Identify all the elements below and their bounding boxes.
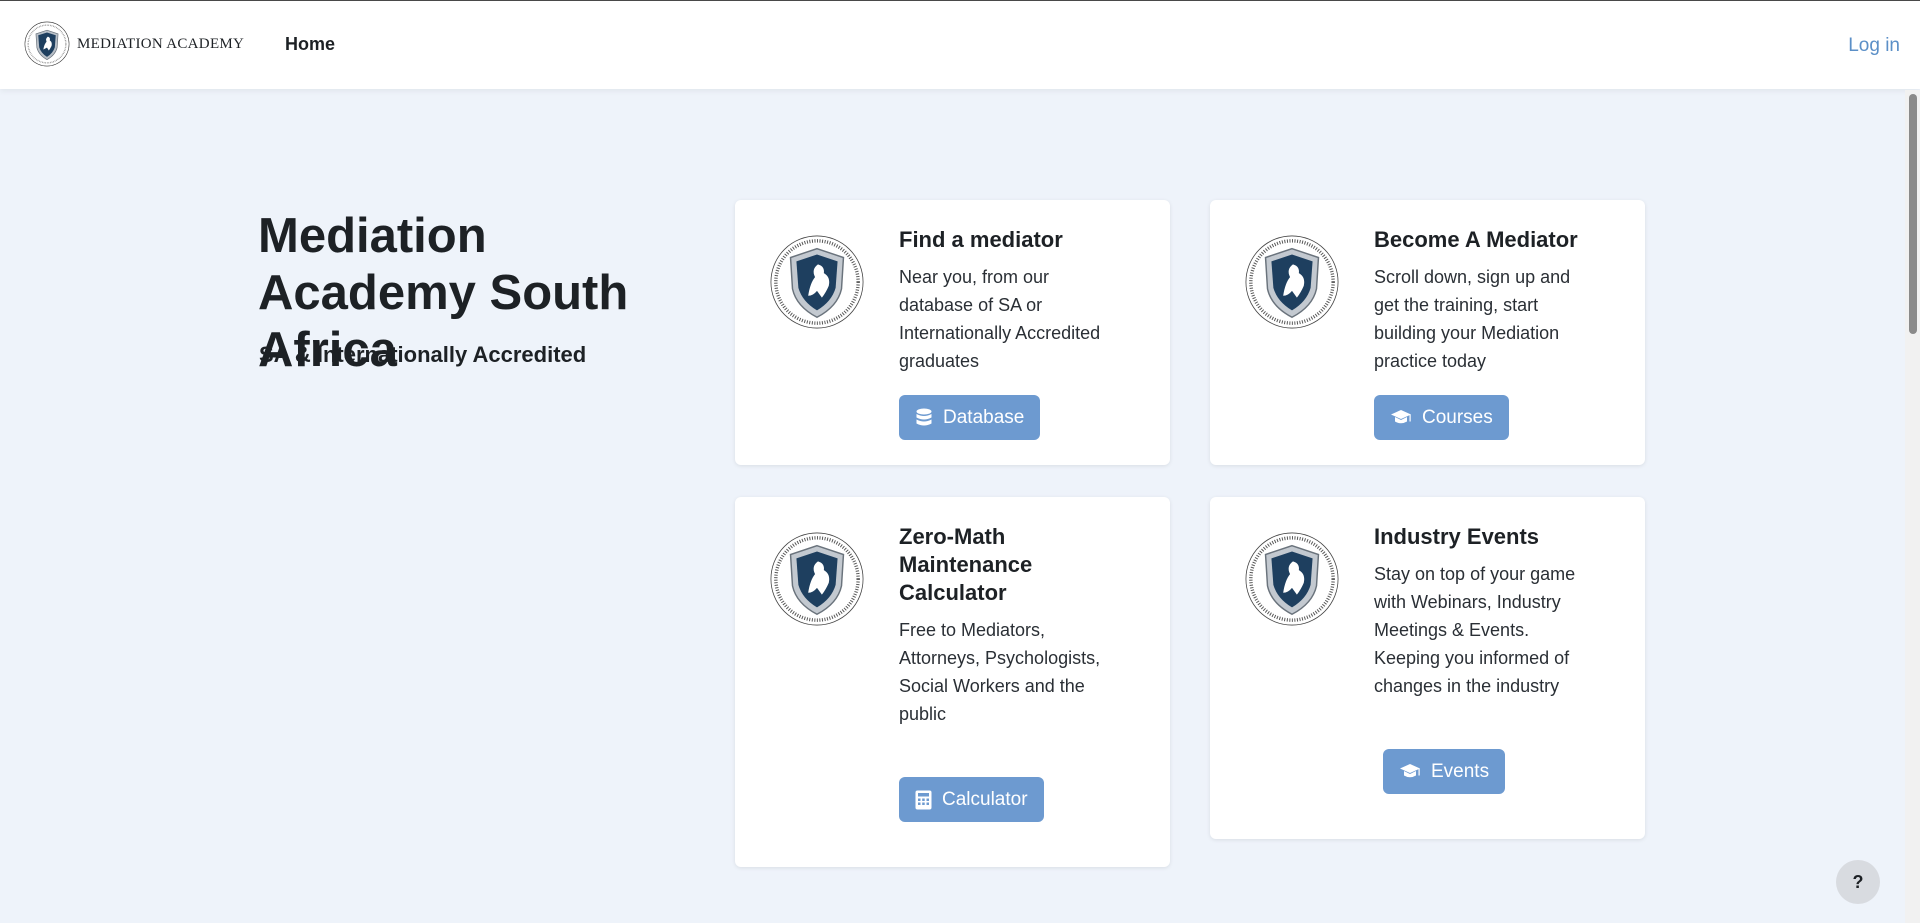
graduation-cap-icon — [1391, 409, 1411, 423]
calculator-button[interactable]: Calculator — [899, 777, 1044, 822]
nav-home-link[interactable]: Home — [285, 34, 335, 55]
events-button[interactable]: Events — [1383, 749, 1506, 794]
card-title: Find a mediator — [899, 227, 1063, 252]
card-maintenance-calculator: Zero-Math Maintenance Calculator Free to… — [735, 497, 1170, 867]
academy-seal-icon — [770, 532, 864, 626]
scrollbar-thumb[interactable] — [1909, 94, 1917, 334]
graduation-cap-icon — [1400, 763, 1420, 777]
card-title: Industry Events — [1374, 524, 1540, 549]
card-text: Free to Mediators, Attorneys, Psychologi… — [899, 620, 1101, 724]
database-icon — [916, 408, 932, 425]
academy-seal-icon — [24, 21, 70, 67]
card-text: Stay on top of your game with Webinars, … — [1374, 564, 1576, 696]
button-label: Calculator — [942, 788, 1028, 810]
button-label: Courses — [1422, 406, 1493, 428]
academy-seal-icon — [1245, 532, 1339, 626]
button-label: Events — [1431, 760, 1490, 782]
card-text: Scroll down, sign up and get the trainin… — [1374, 267, 1571, 371]
card-industry-events: Industry Events Stay on top of your game… — [1210, 497, 1645, 839]
page-subtitle: SA & Internationally Accredited — [259, 342, 587, 367]
calculator-icon — [915, 790, 932, 809]
help-label: ? — [1852, 871, 1864, 892]
card-find-mediator: Find a mediator Near you, from our datab… — [735, 200, 1170, 465]
courses-button[interactable]: Courses — [1374, 395, 1509, 440]
brand-logo-link[interactable]: MEDIATION ACADEMY — [24, 21, 244, 67]
brand-name: MEDIATION ACADEMY — [77, 35, 245, 52]
button-label: Database — [943, 406, 1025, 428]
card-title: Become A Mediator — [1374, 227, 1578, 252]
help-button[interactable]: ? — [1836, 860, 1880, 904]
card-text: Near you, from our database of SA or Int… — [899, 267, 1101, 371]
academy-seal-icon — [1245, 235, 1339, 329]
card-become-mediator: Become A Mediator Scroll down, sign up a… — [1210, 200, 1645, 465]
database-button[interactable]: Database — [899, 395, 1041, 440]
navbar: MEDIATION ACADEMY Home Log in — [0, 1, 1920, 89]
login-link[interactable]: Log in — [1848, 35, 1900, 57]
academy-seal-icon — [770, 235, 864, 329]
page-scrollbar[interactable] — [1905, 90, 1920, 923]
card-title: Zero-Math Maintenance Calculator — [899, 524, 1033, 605]
